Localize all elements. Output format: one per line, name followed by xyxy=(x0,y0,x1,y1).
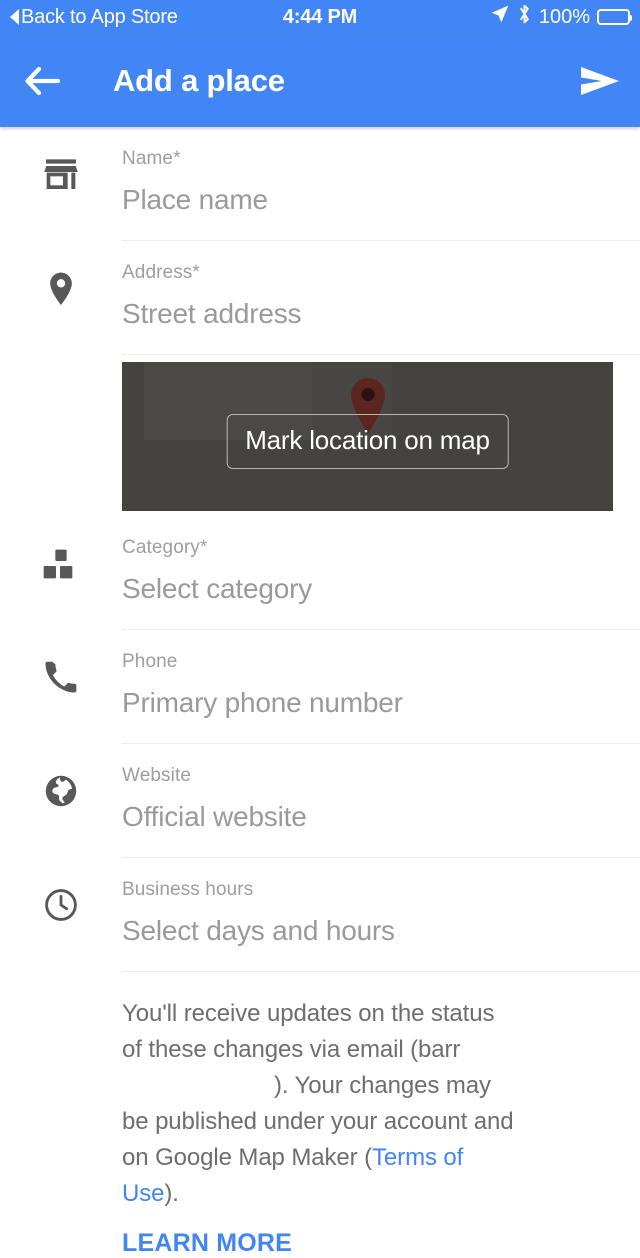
divider xyxy=(122,354,640,355)
divider xyxy=(122,971,640,972)
business-hours-select[interactable]: Select days and hours xyxy=(122,909,640,953)
clock-icon xyxy=(0,858,122,924)
field-body-business-hours: Business hours Select days and hours xyxy=(122,858,640,972)
field-body-address: Address* Street address xyxy=(122,241,640,355)
app-bar: Add a place xyxy=(0,34,640,127)
page-title: Add a place xyxy=(113,62,285,98)
field-label-website: Website xyxy=(122,765,191,786)
map-preview-row: Mark location on map xyxy=(0,355,640,516)
category-icon xyxy=(0,516,122,584)
field-label-category: Category* xyxy=(122,537,208,558)
field-body-website: Website Official website xyxy=(122,744,640,858)
category-select[interactable]: Select category xyxy=(122,567,640,611)
phone-input[interactable]: Primary phone number xyxy=(122,681,640,725)
field-row-address[interactable]: Address* Street address xyxy=(0,241,640,355)
back-caret-icon xyxy=(10,9,19,25)
field-body-phone: Phone Primary phone number xyxy=(122,630,640,744)
field-body-name: Name* Place name xyxy=(122,127,640,241)
mark-location-button[interactable]: Mark location on map xyxy=(226,414,509,469)
field-label-name: Name* xyxy=(122,148,181,169)
footer-text-part3: ). xyxy=(164,1180,179,1207)
field-row-category[interactable]: Category* Select category xyxy=(0,516,640,630)
footer-text-part1: You'll receive updates on the status of … xyxy=(122,1000,495,1063)
field-row-name[interactable]: Name* Place name xyxy=(0,127,640,241)
add-place-form: Name* Place name Address* Street address xyxy=(0,127,640,972)
learn-more-link[interactable]: LEARN MORE xyxy=(122,1229,518,1258)
battery-icon xyxy=(597,9,632,25)
field-label-address: Address* xyxy=(122,262,200,283)
status-bar: Back to App Store 4:44 PM 100% xyxy=(0,0,640,34)
name-input[interactable]: Place name xyxy=(122,178,640,222)
back-button[interactable] xyxy=(24,66,62,96)
field-row-website[interactable]: Website Official website xyxy=(0,744,640,858)
field-label-business-hours: Business hours xyxy=(122,879,254,900)
location-arrow-icon xyxy=(490,4,510,30)
status-bar-indicators: 100% xyxy=(490,3,632,31)
footer: You'll receive updates on the status of … xyxy=(0,972,640,1258)
location-pin-icon xyxy=(0,241,122,309)
store-icon xyxy=(0,127,122,195)
bluetooth-icon xyxy=(517,3,532,31)
field-label-phone: Phone xyxy=(122,651,178,672)
footer-disclaimer: You'll receive updates on the status of … xyxy=(122,996,518,1212)
field-row-business-hours[interactable]: Business hours Select days and hours xyxy=(0,858,640,972)
status-bar-back-to-app-store[interactable]: Back to App Store xyxy=(10,6,178,29)
field-row-phone[interactable]: Phone Primary phone number xyxy=(0,630,640,744)
phone-icon xyxy=(0,630,122,696)
field-body-category: Category* Select category xyxy=(122,516,640,630)
website-input[interactable]: Official website xyxy=(122,795,640,839)
battery-percent-label: 100% xyxy=(538,5,590,28)
address-input[interactable]: Street address xyxy=(122,292,640,336)
globe-icon xyxy=(0,744,122,810)
send-button[interactable] xyxy=(578,64,622,98)
map-preview[interactable]: Mark location on map xyxy=(122,362,613,511)
status-bar-back-label: Back to App Store xyxy=(21,5,178,28)
